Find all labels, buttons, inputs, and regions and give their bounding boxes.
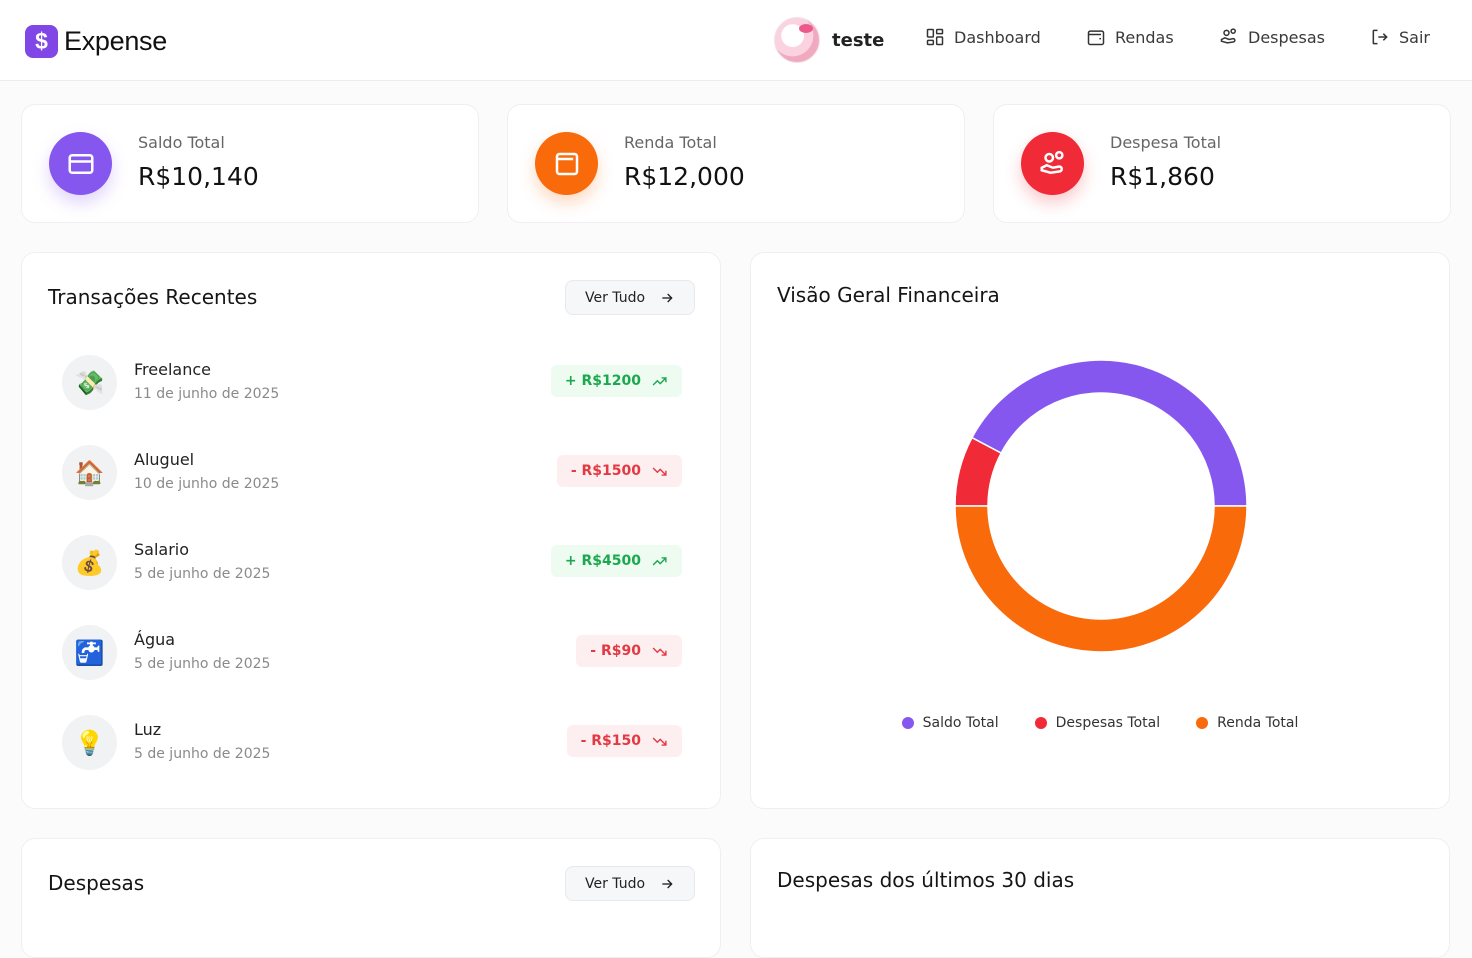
legend-item[interactable]: Despesas Total [1034, 715, 1161, 731]
house-icon: 🏠 [62, 445, 117, 500]
donut-slice-renda-total[interactable] [954, 505, 1248, 653]
panel-title: Visão Geral Financeira [777, 283, 1000, 307]
amount-badge: + R$1200 [550, 365, 682, 397]
nav-rendas[interactable]: Rendas [1086, 27, 1174, 47]
panel-title: Despesas [48, 871, 145, 895]
wallet-icon [1087, 30, 1105, 46]
see-all-button[interactable]: Ver Tudo [565, 280, 695, 315]
light-bulb-icon: 💡 [62, 715, 117, 770]
nav-label: Rendas [1115, 27, 1174, 47]
user-profile[interactable]: teste [774, 17, 884, 63]
donut-slice-saldo-total[interactable] [970, 359, 1248, 507]
transaction-row[interactable]: 🚰 Água 5 de junho de 2025 - R$90 [62, 625, 682, 681]
stat-card-renda: Renda Total R$12,000 [507, 104, 965, 223]
panel-title: Despesas dos últimos 30 dias [777, 868, 1075, 892]
chart-legend: Saldo Total Despesas Total Renda Total [751, 715, 1449, 731]
nav-label: Dashboard [954, 27, 1041, 47]
trend-down-icon [652, 646, 667, 656]
transaction-row[interactable]: 💡 Luz 5 de junho de 2025 - R$150 [62, 715, 682, 771]
legend-item[interactable]: Renda Total [1196, 715, 1298, 731]
legend-swatch [1196, 717, 1209, 729]
dollar-icon: $ [25, 24, 58, 58]
donut-chart [954, 359, 1248, 653]
stat-card-despesa: Despesa Total R$1,860 [993, 104, 1451, 223]
arrow-right-icon [662, 293, 673, 302]
nav-despesas[interactable]: Despesas [1219, 27, 1325, 47]
amount-badge: - R$90 [576, 635, 682, 667]
transaction-name: Freelance [134, 360, 211, 379]
wallet-icon [535, 132, 598, 195]
arrow-right-icon [662, 879, 673, 888]
app-name: Expense [64, 25, 167, 56]
legend-label: Despesas Total [1055, 715, 1161, 731]
nav-sair[interactable]: Sair [1370, 27, 1430, 47]
transaction-date: 5 de junho de 2025 [134, 746, 271, 762]
legend-label: Saldo Total [922, 715, 999, 731]
amount-text: - R$150 [580, 733, 641, 749]
button-label: Ver Tudo [584, 875, 646, 892]
amount-text: + R$4500 [564, 553, 641, 569]
transaction-row[interactable]: 💰 Salario 5 de junho de 2025 + R$4500 [62, 535, 682, 591]
nav-dashboard[interactable]: Dashboard [925, 27, 1041, 47]
amount-text: - R$90 [590, 643, 641, 659]
stat-label: Despesa Total [1110, 133, 1222, 152]
recent-transactions-panel: Transações Recentes Ver Tudo 💸 Freelance… [21, 252, 721, 809]
transaction-date: 11 de junho de 2025 [134, 386, 280, 402]
user-name: teste [832, 29, 885, 51]
amount-badge: + R$4500 [550, 545, 682, 577]
legend-label: Renda Total [1217, 715, 1299, 731]
money-wings-icon: 💸 [62, 355, 117, 410]
avatar [774, 17, 820, 63]
stat-value: R$10,140 [138, 162, 259, 191]
nav-label: Despesas [1248, 27, 1325, 47]
legend-item[interactable]: Saldo Total [901, 715, 999, 731]
amount-text: + R$1200 [564, 373, 641, 389]
legend-swatch [1034, 717, 1047, 729]
transaction-row[interactable]: 💸 Freelance 11 de junho de 2025 + R$1200 [62, 355, 682, 411]
see-all-button[interactable]: Ver Tudo [565, 866, 695, 901]
legend-swatch [901, 717, 914, 729]
top-bar: $ Expense teste Dashboard Rendas Despesa… [0, 0, 1472, 81]
transaction-name: Água [134, 630, 176, 649]
stat-value: R$1,860 [1110, 162, 1215, 191]
stat-value: R$12,000 [624, 162, 745, 191]
transaction-name: Salario [134, 540, 190, 559]
stat-card-saldo: Saldo Total R$10,140 [21, 104, 479, 223]
stat-label: Saldo Total [138, 133, 225, 152]
transaction-name: Luz [134, 720, 162, 739]
transaction-date: 5 de junho de 2025 [134, 656, 271, 672]
button-label: Ver Tudo [584, 289, 646, 306]
transaction-name: Aluguel [134, 450, 195, 469]
faucet-icon: 🚰 [62, 625, 117, 680]
hand-coins-icon [1220, 28, 1236, 44]
trend-up-icon [652, 376, 667, 386]
amount-badge: - R$1500 [556, 455, 682, 487]
card-icon [49, 132, 112, 195]
amount-text: - R$1500 [570, 463, 641, 479]
grid-icon [926, 28, 944, 46]
trend-down-icon [652, 736, 667, 746]
transaction-date: 5 de junho de 2025 [134, 566, 271, 582]
app-logo[interactable]: $ Expense [25, 24, 167, 58]
hand-coins-icon [1021, 132, 1084, 195]
logout-icon [1372, 29, 1388, 45]
last-30-days-panel: Despesas dos últimos 30 dias [750, 838, 1450, 958]
stat-label: Renda Total [624, 133, 717, 152]
amount-badge: - R$150 [566, 725, 682, 757]
money-bag-icon: 💰 [62, 535, 117, 590]
trend-down-icon [652, 466, 667, 476]
expenses-panel: Despesas Ver Tudo [21, 838, 721, 958]
financial-overview-panel: Visão Geral Financeira Saldo Total Despe… [750, 252, 1450, 809]
panel-title: Transações Recentes [48, 285, 258, 309]
trend-up-icon [652, 556, 667, 566]
nav-label: Sair [1399, 27, 1430, 47]
transaction-row[interactable]: 🏠 Aluguel 10 de junho de 2025 - R$1500 [62, 445, 682, 501]
transaction-date: 10 de junho de 2025 [134, 476, 280, 492]
